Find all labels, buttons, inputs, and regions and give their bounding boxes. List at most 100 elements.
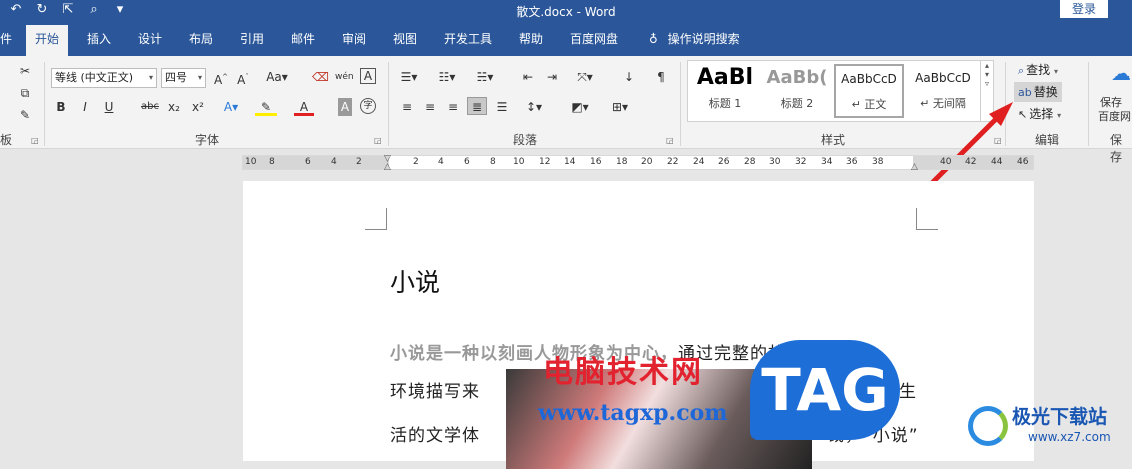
shrink-font-icon[interactable]: Aˇ: [235, 68, 251, 87]
clipboard-launcher-icon[interactable]: ◲: [31, 136, 39, 145]
expand-gallery-icon[interactable]: ▿: [981, 79, 993, 88]
font-launcher-icon[interactable]: ◲: [374, 136, 382, 145]
style-preview: AaBbCcD: [915, 71, 971, 85]
font-name-combo[interactable]: 等线 (中文正文) ▾: [51, 68, 157, 88]
ruler-number: 2: [356, 157, 362, 167]
distributed-icon[interactable]: ☰: [493, 98, 511, 116]
replace-button[interactable]: ab 替换: [1014, 82, 1062, 102]
cut-icon[interactable]: ✂: [16, 62, 34, 80]
login-button[interactable]: 登录: [1060, 0, 1108, 18]
find-button[interactable]: ⌕ 查找 ▾: [1014, 60, 1062, 80]
tab-file[interactable]: 件: [0, 30, 12, 47]
character-border-icon[interactable]: A: [360, 68, 376, 84]
tab-layout[interactable]: 布局: [189, 30, 213, 47]
italic-button[interactable]: I: [78, 98, 92, 116]
title-bar: ↶ ↻ ⇱ ⌕ ▾ 散文.docx - Word 登录: [0, 0, 1132, 22]
multilevel-list-icon[interactable]: ☵▾: [474, 68, 496, 86]
align-right-icon[interactable]: ≡: [444, 98, 462, 116]
ruler-number: 26: [718, 157, 730, 167]
ruler-number: 28: [744, 157, 756, 167]
divider: [44, 62, 45, 146]
xz-logo-name: 极光下载站: [1012, 406, 1108, 428]
ruler-number: 12: [539, 157, 551, 167]
right-indent-marker[interactable]: △: [911, 162, 918, 172]
tab-references[interactable]: 引用: [240, 30, 264, 47]
tell-me-search[interactable]: ♁ 操作说明搜索: [649, 30, 740, 47]
group-styles-label: 样式: [821, 133, 846, 147]
tab-review[interactable]: 审阅: [342, 30, 366, 47]
decrease-indent-icon[interactable]: ⇤: [519, 68, 537, 86]
highlight-icon[interactable]: ✎: [255, 98, 277, 116]
asian-layout-icon[interactable]: ⤧▾: [574, 68, 596, 86]
style-name: 标题 2: [780, 97, 814, 110]
ruler-number: 46: [1017, 157, 1029, 167]
chevron-down-icon[interactable]: ▾: [981, 70, 993, 79]
clear-formatting-icon[interactable]: ⌫: [312, 68, 329, 86]
ruler-number: 36: [846, 157, 858, 167]
save-to-baidu-label-2[interactable]: 百度网: [1098, 108, 1132, 126]
hanging-indent-marker[interactable]: △: [384, 162, 391, 172]
show-marks-icon[interactable]: ¶: [652, 68, 670, 86]
style-preview: AaBl: [696, 65, 754, 90]
divider: [388, 62, 389, 146]
cloud-save-icon[interactable]: ☁: [1110, 63, 1132, 83]
tab-design[interactable]: 设计: [138, 30, 162, 47]
character-shading-icon[interactable]: A: [338, 98, 352, 116]
copy-icon[interactable]: ⧉: [16, 84, 34, 102]
ruler-number: 38: [872, 157, 884, 167]
style-heading-2[interactable]: AaBb( 标题 2: [762, 65, 832, 119]
subscript-button[interactable]: x₂: [166, 98, 182, 116]
change-case-icon[interactable]: Aa▾: [265, 68, 289, 86]
ruler-number: 2: [413, 157, 419, 167]
borders-icon[interactable]: ⊞▾: [608, 98, 632, 116]
tab-developer[interactable]: 开发工具: [444, 30, 492, 47]
ruler-number: 6: [464, 157, 470, 167]
phonetic-guide-icon[interactable]: wén: [335, 68, 354, 86]
shading-icon[interactable]: ◩▾: [568, 98, 592, 116]
align-left-icon[interactable]: ≡: [398, 98, 416, 116]
align-center-icon[interactable]: ≡: [421, 98, 439, 116]
search-icon: ⌕: [1018, 64, 1025, 77]
text-effects-icon[interactable]: A▾: [222, 98, 240, 116]
chevron-up-icon[interactable]: ▴: [981, 61, 993, 70]
tab-mailings[interactable]: 邮件: [291, 30, 315, 47]
paragraph-line-3: 活的文学体: [390, 421, 480, 446]
tab-view[interactable]: 视图: [393, 30, 417, 47]
style-normal[interactable]: AaBbCcD ↵ 正文: [834, 64, 904, 118]
tab-home[interactable]: 开始: [26, 25, 69, 56]
sort-icon[interactable]: ↓: [620, 68, 638, 86]
justify-icon[interactable]: ≣: [467, 97, 487, 115]
watermark-tag-logo: TAG: [750, 340, 900, 440]
ruler-number: 42: [965, 157, 977, 167]
crop-mark-top-left: [365, 208, 387, 230]
document-title: 散文.docx - Word: [516, 5, 616, 19]
font-color-icon[interactable]: A: [294, 98, 314, 116]
strikethrough-button[interactable]: abc: [140, 98, 160, 116]
bullets-icon[interactable]: ☰▾: [398, 68, 420, 86]
style-preview: AaBb(: [766, 67, 828, 88]
tab-insert[interactable]: 插入: [87, 30, 111, 47]
underline-button[interactable]: U: [102, 98, 116, 116]
grow-font-icon[interactable]: A^: [213, 68, 229, 87]
divider: [680, 62, 681, 146]
increase-indent-icon[interactable]: ⇥: [543, 68, 561, 86]
format-painter-icon[interactable]: ✎: [16, 106, 34, 124]
tab-help[interactable]: 帮助: [519, 30, 543, 47]
ruler-number: 32: [795, 157, 807, 167]
ruler-number: 20: [641, 157, 653, 167]
font-size-combo[interactable]: 四号 ▾: [161, 68, 206, 88]
xz-logo-icon: [968, 406, 1008, 446]
superscript-button[interactable]: x²: [190, 98, 206, 116]
enclose-characters-icon[interactable]: 字: [360, 98, 376, 114]
ribbon-tabs: 件 开始 插入 设计 布局 引用 邮件 审阅 视图 开发工具 帮助 百度网盘 ♁…: [0, 22, 1132, 56]
tab-baidu-netdisk[interactable]: 百度网盘: [570, 30, 618, 47]
horizontal-ruler[interactable]: 10 8 6 4 2 2 4 6 8 10 12 14 16 18 20 22 …: [242, 154, 1034, 172]
paragraph-launcher-icon[interactable]: ◲: [666, 136, 674, 145]
bold-button[interactable]: B: [54, 98, 68, 116]
replace-icon: ab: [1018, 86, 1032, 99]
line-spacing-icon[interactable]: ↕▾: [522, 98, 546, 116]
ruler-number: 4: [331, 157, 337, 167]
numbering-icon[interactable]: ☷▾: [436, 68, 458, 86]
ruler-number: 34: [821, 157, 833, 167]
style-heading-1[interactable]: AaBl 标题 1: [690, 65, 760, 119]
